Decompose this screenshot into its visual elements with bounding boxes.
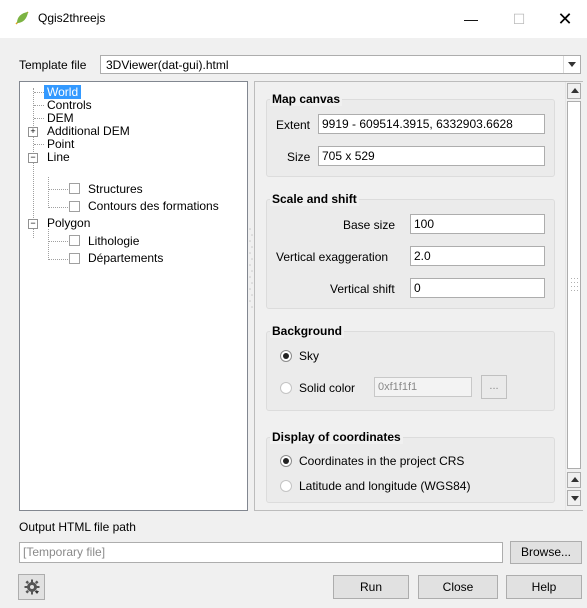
size-label: Size xyxy=(287,150,311,164)
color-value-field[interactable]: 0xf1f1f1 xyxy=(374,377,472,397)
tree-item-controls[interactable]: Controls xyxy=(47,98,92,112)
chevron-down-icon xyxy=(568,62,576,67)
sky-label: Sky xyxy=(299,349,320,363)
panel-scrollbar[interactable] xyxy=(565,82,583,510)
color-picker-button[interactable]: ... xyxy=(481,375,507,399)
tree-item-point[interactable]: Point xyxy=(47,137,74,151)
background-title: Background xyxy=(270,324,345,338)
settings-button[interactable] xyxy=(18,574,45,600)
help-button[interactable]: Help xyxy=(506,575,582,599)
template-file-value: 3DViewer(dat-gui).html xyxy=(106,58,229,72)
expand-icon[interactable]: + xyxy=(28,127,38,137)
tree-connector xyxy=(34,118,44,119)
solid-color-radio[interactable] xyxy=(280,382,292,394)
latlon-label: Latitude and longitude (WGS84) xyxy=(299,479,471,493)
template-file-combo[interactable]: 3DViewer(dat-gui).html xyxy=(100,55,581,74)
tree-item-line[interactable]: Line xyxy=(47,150,70,164)
scroll-page-button[interactable] xyxy=(567,472,581,488)
base-size-field[interactable]: 100 xyxy=(410,214,545,234)
project-crs-label: Coordinates in the project CRS xyxy=(299,454,465,468)
vertical-shift-field[interactable]: 0 xyxy=(410,278,545,298)
title-bar: Qgis2threejs — ☐ ✕ xyxy=(0,0,587,38)
scroll-up-button[interactable] xyxy=(567,83,581,99)
scale-shift-title: Scale and shift xyxy=(270,192,359,206)
grip-icon xyxy=(571,278,578,291)
checkbox-structures[interactable] xyxy=(69,183,80,194)
tree-item-departements[interactable]: Départements xyxy=(88,251,163,265)
combo-arrow[interactable] xyxy=(563,56,580,73)
splitter-handle[interactable] xyxy=(249,225,253,315)
tree-item-dem[interactable]: DEM xyxy=(47,111,74,125)
maximize-button[interactable]: ☐ xyxy=(506,6,532,32)
vertical-exaggeration-field[interactable]: 2.0 xyxy=(410,246,545,266)
close-window-button[interactable]: ✕ xyxy=(552,6,578,32)
tree-item-lithologie[interactable]: Lithologie xyxy=(88,234,139,248)
browse-button[interactable]: Browse... xyxy=(510,541,582,564)
checkbox-departements[interactable] xyxy=(69,253,80,264)
map-canvas-title: Map canvas xyxy=(270,92,343,106)
arrow-up-icon xyxy=(571,477,579,482)
arrow-up-icon xyxy=(571,88,579,93)
extent-label: Extent xyxy=(276,118,311,132)
gear-icon xyxy=(24,579,40,595)
tree-item-structures[interactable]: Structures xyxy=(88,182,143,196)
qgis-leaf-icon xyxy=(15,11,29,25)
tree-item-contours[interactable]: Contours des formations xyxy=(88,199,219,213)
vertical-exaggeration-label: Vertical exaggeration xyxy=(276,250,389,264)
run-button[interactable]: Run xyxy=(333,575,409,599)
scroll-thumb[interactable] xyxy=(567,101,581,469)
layer-tree[interactable]: World Controls DEM + Additional DEM Poin… xyxy=(19,81,248,511)
collapse-icon[interactable]: − xyxy=(28,219,38,229)
size-field[interactable]: 705 x 529 xyxy=(318,146,545,166)
scroll-down-button[interactable] xyxy=(567,490,581,506)
tree-connector xyxy=(48,259,68,260)
tree-connector xyxy=(48,189,68,190)
tree-item-polygon[interactable]: Polygon xyxy=(47,216,90,230)
tree-connector xyxy=(33,88,34,238)
tree-connector xyxy=(48,241,68,242)
coordinates-group xyxy=(266,437,555,503)
checkbox-contours[interactable] xyxy=(69,201,80,212)
close-button[interactable]: Close xyxy=(418,575,498,599)
tree-item-additional-dem[interactable]: Additional DEM xyxy=(47,124,130,138)
vertical-shift-label: Vertical shift xyxy=(330,282,395,296)
tree-connector xyxy=(48,207,68,208)
tree-item-world[interactable]: World xyxy=(44,85,82,99)
output-path-label: Output HTML file path xyxy=(19,520,136,534)
window-title: Qgis2threejs xyxy=(38,11,106,25)
collapse-icon[interactable]: − xyxy=(28,153,38,163)
tree-connector xyxy=(34,105,44,106)
template-file-label: Template file xyxy=(19,58,87,72)
solid-color-label: Solid color xyxy=(299,381,356,395)
sky-radio[interactable] xyxy=(280,350,292,362)
base-size-label: Base size xyxy=(343,218,396,232)
tree-connector xyxy=(48,229,49,260)
latlon-radio[interactable] xyxy=(280,480,292,492)
minimize-button[interactable]: — xyxy=(458,6,484,32)
tree-connector xyxy=(34,92,44,93)
arrow-down-icon xyxy=(571,496,579,501)
tree-connector xyxy=(48,177,49,208)
extent-field[interactable]: 9919 - 609514.3915, 6332903.6628 xyxy=(318,114,545,134)
coordinates-title: Display of coordinates xyxy=(270,430,403,444)
checkbox-lithologie[interactable] xyxy=(69,235,80,246)
tree-connector xyxy=(34,144,44,145)
output-path-field[interactable]: [Temporary file] xyxy=(19,542,503,563)
background-group xyxy=(266,331,555,411)
project-crs-radio[interactable] xyxy=(280,455,292,467)
